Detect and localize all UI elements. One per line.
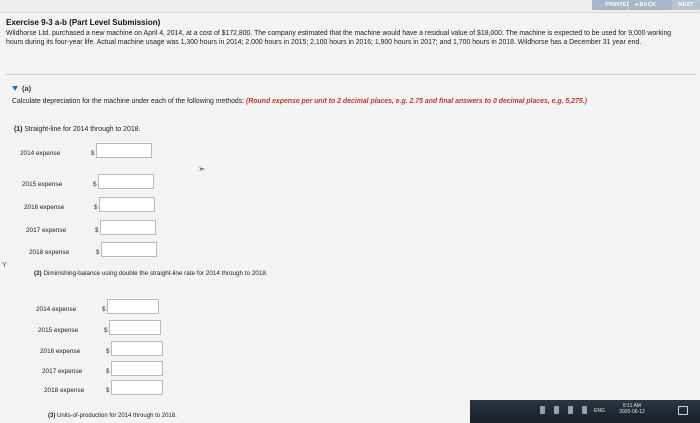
s1-row-2018: 2018 expense $ bbox=[29, 242, 157, 257]
row-label: 2017 expense bbox=[42, 368, 83, 375]
s1-row-2015: 2015 expense $ bbox=[22, 174, 154, 189]
part-a-instructions: Calculate depreciation for the machine u… bbox=[12, 97, 692, 106]
top-toolbar: PRINTER VERSION ◂ BACK NEXT bbox=[0, 0, 700, 12]
mouse-cursor-icon: ➣ bbox=[198, 164, 206, 174]
s1-2014-expense-input[interactable] bbox=[96, 143, 152, 158]
dollar-sign: $ bbox=[91, 150, 95, 157]
part-a-label: (a) bbox=[22, 84, 32, 93]
instruction-text: Calculate depreciation for the machine u… bbox=[12, 98, 247, 105]
section-2-number: (2) bbox=[34, 270, 42, 277]
row-label: 2015 expense bbox=[38, 327, 79, 334]
s2-2016-expense-input[interactable] bbox=[111, 341, 163, 356]
language-indicator[interactable]: ENG bbox=[594, 408, 605, 414]
row-label: 2014 expense bbox=[20, 150, 61, 157]
row-label: 2018 expense bbox=[29, 249, 70, 256]
taskbar-clock[interactable]: 8:11 AM 2020-06-12 bbox=[610, 403, 654, 415]
os-taskbar: ENG 8:11 AM 2020-06-12 bbox=[470, 400, 700, 423]
collapse-triangle-icon bbox=[12, 86, 18, 91]
s1-2015-expense-input[interactable] bbox=[98, 174, 154, 189]
exercise-description: Wildhorse Ltd. purchased a new machine o… bbox=[6, 30, 672, 46]
row-label: 2016 expense bbox=[24, 204, 65, 211]
dollar-sign: $ bbox=[96, 249, 100, 256]
section-3-title: (3) Units-of-production for 2014 through… bbox=[48, 413, 177, 419]
part-a-toggle[interactable]: (a) bbox=[12, 84, 31, 93]
row-label: 2014 expense bbox=[36, 306, 77, 313]
section-2-title: (2) Diminishing-balance using double the… bbox=[34, 270, 267, 277]
dollar-sign: $ bbox=[106, 348, 110, 355]
s1-row-2017: 2017 expense $ bbox=[26, 220, 156, 235]
dollar-sign: $ bbox=[94, 204, 98, 211]
row-label: 2018 expense bbox=[44, 387, 85, 394]
tray-app-icon[interactable] bbox=[540, 406, 545, 414]
volume-icon[interactable] bbox=[582, 406, 587, 414]
tray-app-icon[interactable] bbox=[554, 406, 559, 414]
s1-2017-expense-input[interactable] bbox=[100, 220, 156, 235]
rounding-instruction: (Round expense per unit to 2 decimal pla… bbox=[246, 98, 587, 105]
section-2-text: Diminishing-balance using double the str… bbox=[41, 270, 268, 277]
dollar-sign: $ bbox=[106, 387, 110, 394]
section-1-title: (1) Straight-line for 2014 through to 20… bbox=[14, 126, 140, 133]
s1-row-2014: 2014 expense $ bbox=[20, 143, 152, 158]
section-divider bbox=[6, 74, 696, 75]
clock-date: 2020-06-12 bbox=[619, 409, 645, 415]
notification-icon[interactable] bbox=[678, 406, 688, 415]
s1-2016-expense-input[interactable] bbox=[99, 197, 155, 212]
s2-2014-expense-input[interactable] bbox=[107, 299, 159, 314]
s2-row-2014: 2014 expense $ bbox=[36, 299, 159, 314]
row-label: 2015 expense bbox=[22, 181, 63, 188]
s2-2015-expense-input[interactable] bbox=[109, 320, 161, 335]
side-margin-mark: Y bbox=[2, 262, 7, 269]
s2-2017-expense-input[interactable] bbox=[111, 361, 163, 376]
exercise-title: Exercise 9-3 a-b (Part Level Submission) bbox=[6, 18, 161, 27]
back-button[interactable]: ◂ BACK bbox=[628, 0, 662, 10]
s1-row-2016: 2016 expense $ bbox=[24, 197, 155, 212]
section-1-text: Straight-line for 2014 through to 2018. bbox=[22, 126, 141, 133]
header-divider bbox=[0, 12, 700, 13]
s1-2018-expense-input[interactable] bbox=[101, 242, 157, 257]
section-3-text: Units-of-production for 2014 through to … bbox=[55, 413, 177, 419]
row-label: 2016 expense bbox=[40, 348, 81, 355]
dollar-sign: $ bbox=[106, 368, 110, 375]
next-button[interactable]: NEXT bbox=[672, 0, 700, 10]
s2-row-2018: 2018 expense $ bbox=[44, 380, 163, 395]
s2-row-2016: 2016 expense $ bbox=[40, 341, 163, 356]
dollar-sign: $ bbox=[93, 181, 97, 188]
s2-row-2015: 2015 expense $ bbox=[38, 320, 161, 335]
network-icon[interactable] bbox=[568, 406, 573, 414]
s2-row-2017: 2017 expense $ bbox=[42, 361, 163, 376]
dollar-sign: $ bbox=[95, 227, 99, 234]
row-label: 2017 expense bbox=[26, 227, 67, 234]
s2-2018-expense-input[interactable] bbox=[111, 380, 163, 395]
dollar-sign: $ bbox=[102, 306, 106, 313]
dollar-sign: $ bbox=[104, 327, 108, 334]
